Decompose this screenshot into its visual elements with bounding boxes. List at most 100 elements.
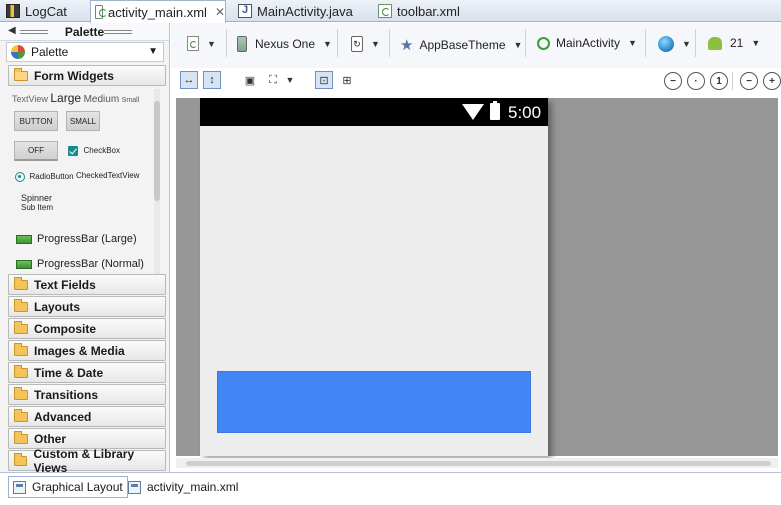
section-custom-library-views[interactable]: Custom & Library Views	[8, 447, 166, 475]
widget-label: CheckBox	[83, 146, 120, 155]
star-icon: ★	[400, 37, 414, 54]
section-advanced[interactable]: Advanced	[8, 406, 166, 427]
widget-progressbar-large[interactable]: ProgressBar (Large)	[16, 233, 137, 245]
tab-label: toolbar.xml	[397, 3, 460, 19]
tab-toolbar-xml[interactable]: toolbar.xml	[374, 0, 460, 22]
show-bounds-button[interactable]: ▣	[241, 71, 259, 89]
device-dropdown[interactable]: Nexus One ▼	[237, 36, 332, 52]
widget-textview[interactable]: TextView Large Medium Small	[12, 91, 139, 105]
section-label: Time & Date	[34, 365, 104, 380]
activity-label: MainActivity	[556, 36, 621, 50]
rotate-icon: ↻	[351, 36, 363, 52]
folder-icon	[14, 408, 28, 422]
layout-options-dropdown[interactable]: ▼	[284, 71, 296, 89]
api-level-dropdown[interactable]: 21 ▼	[708, 36, 760, 50]
widget-toggle-button[interactable]: OFF	[14, 141, 58, 161]
layout-options-button[interactable]: ⛶	[264, 71, 282, 89]
zoom-out-icon[interactable]: −	[740, 72, 758, 90]
section-images-media[interactable]: Images & Media	[8, 340, 166, 361]
device-label: Nexus One	[255, 37, 316, 51]
locale-dropdown[interactable]: ▼	[658, 36, 691, 52]
chevron-down-icon: ▼	[371, 39, 380, 49]
tab-graphical-layout[interactable]: Graphical Layout	[8, 476, 128, 498]
zoom-fit-icon[interactable]: −	[664, 72, 682, 90]
drag-grip-icon[interactable]	[104, 30, 132, 34]
toolbar-separator	[695, 29, 696, 57]
toggle-fill-width-button[interactable]: ↔	[180, 71, 198, 89]
layout-height-icon: ⊞	[342, 74, 352, 87]
widget-button[interactable]: BUTTON	[14, 111, 58, 131]
chevron-down-icon: ▼	[148, 46, 158, 57]
widget-label: ProgressBar (Large)	[37, 233, 137, 245]
phone-icon	[237, 36, 247, 52]
chevron-down-icon: ▼	[751, 38, 761, 48]
widget-medium[interactable]: Medium	[84, 94, 120, 105]
section-label: Layouts	[34, 299, 81, 314]
tab-activity-main-xml[interactable]: activity_main.xml ✕	[90, 0, 226, 23]
layout-toolbar: ▼ Nexus One ▼ ↻ ▼ ★ AppBaseTheme ▼ MainA…	[171, 23, 781, 68]
section-time-date[interactable]: Time & Date	[8, 362, 166, 383]
canvas-horizontal-scrollbar[interactable]	[176, 458, 778, 468]
section-composite[interactable]: Composite	[8, 318, 166, 339]
api-level-label: 21	[730, 36, 744, 50]
widget-checked-textview[interactable]: CheckedTextView	[76, 171, 139, 180]
activity-dropdown[interactable]: MainActivity ▼	[537, 36, 637, 50]
palette-panel: ◀ Palette Palette ▼ Form Widgets TextVie…	[0, 23, 170, 475]
section-label: Form Widgets	[34, 68, 114, 83]
layout-height-button[interactable]: ⊞	[338, 71, 356, 89]
palette-selector-value: Palette	[31, 45, 69, 59]
theme-label: AppBaseTheme	[419, 38, 506, 52]
logcat-icon	[6, 4, 20, 18]
device-preview[interactable]: 5:00	[200, 98, 548, 456]
fill-width-icon: ↔	[183, 74, 195, 86]
widget-sublabel: Sub Item	[21, 203, 54, 212]
palette-scrollbar[interactable]	[154, 89, 160, 275]
close-icon[interactable]: ✕	[215, 5, 225, 19]
theme-dropdown[interactable]: ★ AppBaseTheme ▼	[400, 36, 522, 54]
widget-small-text[interactable]: Small	[122, 97, 140, 104]
folder-icon	[14, 320, 28, 334]
java-file-icon	[238, 4, 252, 18]
palette-header: ◀ Palette	[0, 23, 169, 41]
widget-spinner[interactable]: Spinner Sub Item	[21, 193, 53, 212]
section-layouts[interactable]: Layouts	[8, 296, 166, 317]
device-status-bar: 5:00	[200, 98, 548, 126]
android-icon	[708, 36, 722, 50]
palette-selector[interactable]: Palette ▼	[6, 42, 164, 62]
widget-label: ProgressBar (Normal)	[37, 258, 144, 270]
zoom-real-size-icon[interactable]: ·	[687, 72, 705, 90]
tab-logcat[interactable]: LogCat	[2, 0, 67, 22]
toggle-fill-height-button[interactable]: ↕	[203, 71, 221, 89]
palette-title: Palette	[64, 24, 105, 39]
section-text-fields[interactable]: Text Fields	[8, 274, 166, 295]
section-label: Images & Media	[34, 343, 125, 358]
folder-open-icon	[14, 67, 28, 81]
widget-large[interactable]: Large	[50, 91, 81, 105]
section-label: Custom & Library Views	[33, 446, 135, 475]
section-form-widgets[interactable]: Form Widgets	[8, 65, 166, 86]
scrollbar-thumb[interactable]	[154, 101, 160, 201]
layout-width-icon: ⊡	[319, 74, 329, 87]
wifi-icon	[462, 104, 484, 120]
scrollbar-thumb[interactable]	[186, 461, 771, 466]
layout-file-dropdown[interactable]: ▼	[187, 36, 216, 51]
widget-progressbar-normal[interactable]: ProgressBar (Normal)	[16, 258, 144, 270]
section-label: Other	[34, 431, 67, 446]
zoom-actual-icon[interactable]: 1	[710, 72, 728, 90]
zoom-in-icon[interactable]: +	[763, 72, 781, 90]
section-label: Text Fields	[34, 277, 96, 292]
editor-bottom-tabs: Graphical Layout activity_main.xml	[0, 472, 781, 505]
widget-checkbox[interactable]: CheckBox	[68, 145, 120, 156]
orientation-dropdown[interactable]: ↻ ▼	[351, 36, 380, 52]
tab-xml-source[interactable]: activity_main.xml	[124, 476, 242, 498]
tab-label: MainActivity.java	[257, 3, 353, 19]
widget-radiobutton[interactable]: RadioButton	[15, 171, 74, 182]
folder-icon	[14, 430, 28, 444]
blue-view[interactable]	[217, 371, 531, 433]
xml-file-icon	[378, 4, 392, 18]
section-transitions[interactable]: Transitions	[8, 384, 166, 405]
widget-small-button[interactable]: SMALL	[66, 111, 100, 131]
toolbar-separator	[337, 29, 338, 57]
tab-mainactivity-java[interactable]: MainActivity.java	[234, 0, 353, 22]
layout-width-button[interactable]: ⊡	[315, 71, 333, 89]
